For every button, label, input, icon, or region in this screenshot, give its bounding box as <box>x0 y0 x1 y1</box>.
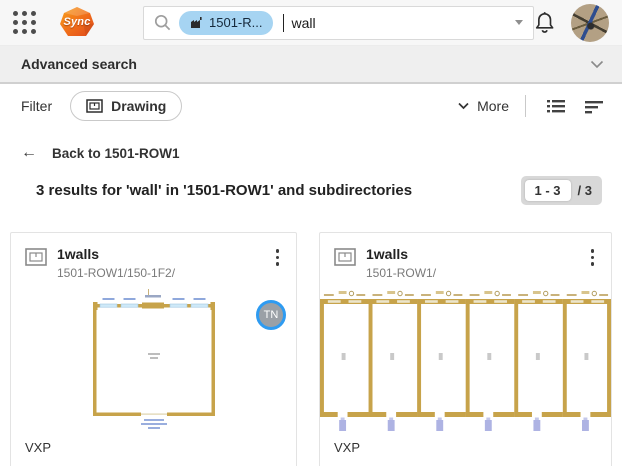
back-link-label: Back to 1501-ROW1 <box>52 146 180 161</box>
filter-bar: Filter Drawing More <box>0 84 622 128</box>
sort-icon <box>584 98 604 114</box>
sort-button[interactable] <box>584 98 604 114</box>
app-launcher-icon[interactable] <box>13 11 36 34</box>
pagination: 1 - 3 / 3 <box>521 176 602 205</box>
results-heading: 3 results for 'wall' in '1501-ROW1' and … <box>36 182 412 199</box>
back-link[interactable]: ← Back to 1501-ROW1 <box>0 145 622 161</box>
card-title-block: 1walls 1501-ROW1/ <box>366 246 576 280</box>
sync-logo[interactable]: Sync <box>59 7 95 39</box>
card-footer-label: VXP <box>320 437 611 455</box>
back-arrow-icon: ← <box>21 145 37 161</box>
card-header: 1walls 1501-ROW1/ <box>320 233 611 289</box>
filter-chip-label: Drawing <box>111 98 166 114</box>
result-card-2[interactable]: 1walls 1501-ROW1/ <box>319 232 612 466</box>
card-title: 1walls <box>57 246 261 262</box>
filter-label: Filter <box>21 98 52 114</box>
pagination-range[interactable]: 1 - 3 <box>525 180 571 201</box>
results-header: 3 results for 'wall' in '1501-ROW1' and … <box>0 176 622 205</box>
user-initials-badge: TN <box>256 300 286 330</box>
drawing-doc-icon <box>25 248 47 266</box>
card-path: 1501-ROW1/150-1F2/ <box>57 266 261 280</box>
advanced-search-label: Advanced search <box>21 56 137 72</box>
search-input[interactable]: 1501-R... wall <box>143 6 534 40</box>
drawing-doc-icon <box>334 248 356 266</box>
card-path: 1501-ROW1/ <box>366 266 576 280</box>
chevron-down-icon[interactable] <box>590 60 604 69</box>
card-title: 1walls <box>366 246 576 262</box>
result-card-1[interactable]: 1walls 1501-ROW1/150-1F2/ <box>10 232 297 466</box>
more-label: More <box>477 98 509 114</box>
search-icon <box>154 14 171 31</box>
sync-logo-text: Sync <box>59 16 95 28</box>
search-scope-chip[interactable]: 1501-R... <box>179 11 273 35</box>
list-view-button[interactable] <box>546 98 566 114</box>
divider <box>525 95 526 117</box>
kebab-menu-icon[interactable] <box>586 246 600 269</box>
page: Sync 1501-R... wall Advanced sea <box>0 0 622 466</box>
filter-chip-drawing[interactable]: Drawing <box>70 91 182 121</box>
kebab-menu-icon[interactable] <box>271 246 285 269</box>
more-button[interactable]: More <box>458 98 509 114</box>
search-scope-label: 1501-R... <box>209 15 262 30</box>
results-grid: 1walls 1501-ROW1/150-1F2/ <box>0 232 622 466</box>
search-query-text: wall <box>291 15 315 31</box>
user-avatar[interactable] <box>571 4 609 42</box>
card-header: 1walls 1501-ROW1/150-1F2/ <box>11 233 296 289</box>
drawing-thumbnail[interactable] <box>320 289 611 437</box>
search-dropdown-icon[interactable] <box>515 20 523 25</box>
drawing-icon <box>86 99 103 113</box>
drawing-thumbnail[interactable]: TN <box>11 289 296 437</box>
top-bar: Sync 1501-R... wall <box>0 0 622 46</box>
chevron-down-icon <box>458 102 469 110</box>
card-footer-label: VXP <box>11 437 296 455</box>
bell-icon[interactable] <box>534 11 555 35</box>
building-icon <box>190 16 203 29</box>
view-tools: More <box>458 95 604 117</box>
list-view-icon <box>546 98 566 114</box>
card-title-block: 1walls 1501-ROW1/150-1F2/ <box>57 246 261 280</box>
text-cursor <box>283 14 284 32</box>
pagination-total: / 3 <box>578 183 598 198</box>
advanced-search-bar[interactable]: Advanced search <box>0 46 622 84</box>
